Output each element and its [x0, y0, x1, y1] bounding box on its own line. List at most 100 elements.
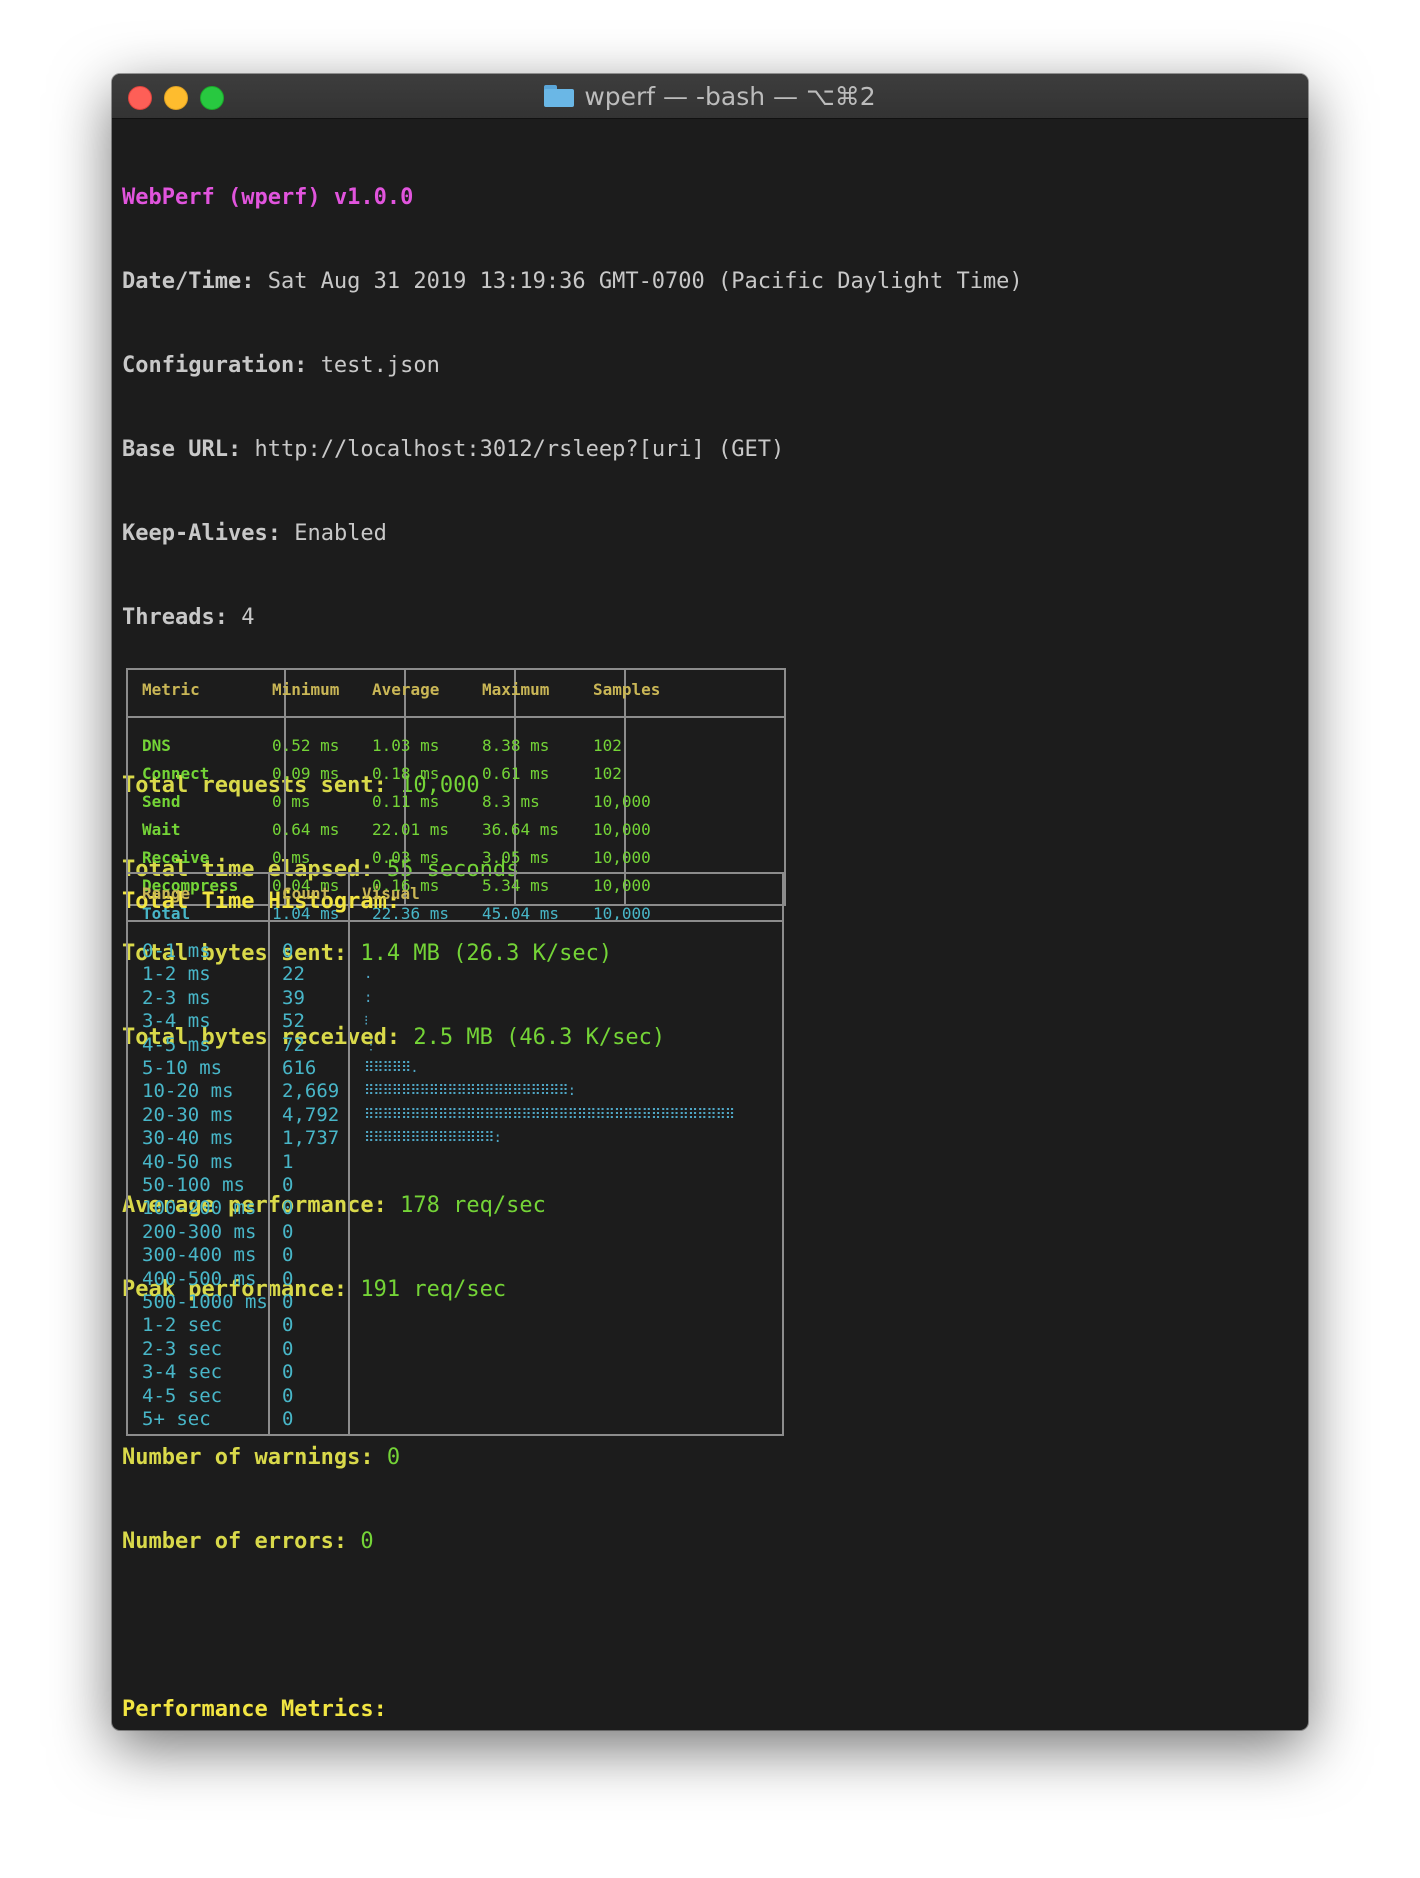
histogram-cell-visual [348, 1268, 364, 1291]
baseurl-label: Base URL: [122, 437, 242, 462]
histogram-cell-range: 5+ sec [142, 1408, 211, 1430]
config-label: Configuration: [122, 353, 308, 378]
metrics-col-maximum: Maximum [482, 680, 550, 699]
metrics-cell-min: 0.52 ms [272, 736, 340, 755]
histogram-row: 3-4 ms 52 ⁝ [128, 1010, 782, 1033]
histogram-cell-visual [348, 1291, 364, 1314]
histogram-cell-count: 52 [282, 1010, 305, 1033]
baseurl-value: http://localhost:3012/rsleep?[uri] (GET) [254, 437, 785, 462]
histogram-cell-visual [348, 1408, 364, 1431]
metrics-cell-avg: 0.11 ms [372, 792, 440, 811]
histogram-row: 2-3 ms 39: [128, 987, 782, 1010]
histogram-cell-range: 2-3 sec [142, 1337, 223, 1360]
metrics-col-average: Average [372, 680, 440, 699]
histogram-cell-range: 200-300 ms [142, 1220, 257, 1243]
folder-icon [544, 85, 575, 107]
histogram-cell-visual: : [364, 989, 372, 1006]
metrics-cell-max: 0.61 ms [482, 764, 550, 783]
histogram-cell-range: 40-50 ms [142, 1150, 234, 1173]
histogram-cell-range: 100-200 ms [142, 1197, 257, 1220]
histogram-cell-count: 1 [282, 1150, 294, 1173]
histogram-cell-count: 4,792 [282, 1103, 340, 1126]
config-value: test.json [320, 353, 440, 378]
histogram-cell-range: 3-4 ms [142, 1010, 211, 1033]
metrics-cell-name: Connect [142, 764, 210, 783]
threads-value: 4 [241, 605, 255, 630]
histogram-cell-range: 10-20 ms [142, 1080, 234, 1103]
histogram-cell-visual [348, 1385, 364, 1408]
window-title: wperf — -bash — ⌥⌘2 [584, 81, 876, 111]
title-bar[interactable]: wperf — -bash — ⌥⌘2 [112, 74, 1308, 119]
histogram-cell-count: 0 [282, 1361, 294, 1384]
histogram-row: 1-2 ms 22. [128, 963, 782, 986]
histogram-cell-range: 5-10 ms [142, 1057, 223, 1079]
histogram-cell-visual [348, 1221, 364, 1244]
metrics-heading: Performance Metrics: [122, 1697, 387, 1722]
histogram-row: 400-500 ms 0 [128, 1268, 782, 1291]
histogram-cell-count: 72 [282, 1033, 305, 1056]
histogram-table: Range Count Visual 0-1 ms 0 1-2 ms 22. 2-3 ms 39… [126, 872, 784, 1436]
metrics-col-samples: Samples [593, 680, 661, 699]
metrics-cell-avg: 1.03 ms [372, 736, 440, 755]
histogram-row: 100-200 ms 0 [128, 1197, 782, 1220]
window-title-area: wperf — -bash — ⌥⌘2 [112, 74, 1308, 118]
metrics-cell-samples: 102 [593, 736, 622, 755]
histogram-row: 300-400 ms 0 [128, 1244, 782, 1267]
metrics-cell-max: 8.38 ms [482, 736, 550, 755]
metrics-cell-name: Send [142, 792, 181, 811]
metrics-row: Send 0 ms 0.11 ms 8.3 ms 10,000 [128, 792, 784, 820]
histogram-cell-visual [348, 1314, 364, 1337]
histogram-row: 5+ sec 0 [128, 1408, 782, 1431]
histogram-cell-count: 0 [282, 1267, 294, 1290]
histogram-row: 2-3 sec 0 [128, 1338, 782, 1361]
datetime-value: Sat Aug 31 2019 13:19:36 GMT-0700 (Pacif… [267, 269, 1023, 294]
histogram-row: 5-10 ms 616 ⠿⠿⠿⠿⠿. [128, 1057, 782, 1080]
histogram-col-visual: Visual [362, 884, 420, 903]
histogram-cell-count: 0 [282, 1384, 294, 1407]
terminal-window: wperf — -bash — ⌥⌘2 WebPerf (wperf) v1.0… [112, 74, 1308, 1730]
metrics-cell-name: DNS [142, 736, 171, 755]
histogram-col-range: Range [142, 884, 191, 903]
histogram-cell-visual [348, 1151, 364, 1174]
metrics-cell-samples: 102 [593, 764, 622, 783]
histogram-row: 0-1 ms 0 [128, 940, 782, 963]
histogram-cell-visual: ⁝ [364, 1013, 368, 1030]
histogram-row: 50-100 ms 0 [128, 1174, 782, 1197]
metrics-header-row: Metric Minimum Average Maximum Samples [128, 680, 784, 708]
histogram-cell-range: 3-4 sec [142, 1361, 223, 1384]
histogram-row: 20-30 ms 4,792 ⠿⠿⠿⠿⠿⠿⠿⠿⠿⠿⠿⠿⠿⠿⠿⠿⠿⠿⠿⠿⠿⠿⠿⠿⠿⠿⠿… [128, 1104, 782, 1127]
histogram-cell-visual [348, 1244, 364, 1267]
histogram-row: 1-2 sec 0 [128, 1314, 782, 1337]
histogram-cell-count: 0 [282, 1314, 294, 1337]
histogram-cell-range: 30-40 ms [142, 1127, 234, 1150]
metrics-row: Connect 0.09 ms 0.18 ms 0.61 ms 102 [128, 764, 784, 792]
keepalive-value: Enabled [294, 521, 387, 546]
histogram-cell-count: 39 [282, 986, 305, 1009]
histogram-cell-range: 4-5 ms [142, 1033, 211, 1056]
histogram-cell-count: 0 [282, 1220, 294, 1243]
histogram-cell-count: 0 [282, 940, 294, 962]
histogram-cell-count: 0 [282, 1337, 294, 1360]
histogram-cell-range: 20-30 ms [142, 1103, 234, 1126]
histogram-row: 3-4 sec 0 [128, 1361, 782, 1384]
warnings-value: 0 [386, 1445, 401, 1470]
histogram-cell-count: 616 [282, 1057, 317, 1079]
histogram-cell-range: 1-2 ms [142, 963, 211, 986]
histogram-cell-count: 0 [282, 1244, 294, 1267]
warnings-label: Number of warnings: [122, 1445, 374, 1470]
errors-label: Number of errors: [122, 1529, 348, 1554]
histogram-col-count: Count [282, 884, 331, 903]
histogram-cell-range: 400-500 ms [142, 1267, 257, 1290]
threads-label: Threads: [122, 605, 228, 630]
metrics-cell-min: 0.09 ms [272, 764, 340, 783]
errors-value: 0 [360, 1529, 374, 1554]
metrics-col-metric: Metric [142, 680, 200, 699]
histogram-cell-count: 0 [282, 1291, 294, 1313]
histogram-cell-count: 22 [282, 963, 305, 986]
histogram-cell-visual [348, 1338, 364, 1361]
metrics-cell-max: 8.3 ms [482, 792, 540, 811]
histogram-cell-visual [348, 1174, 364, 1197]
metrics-cell-samples: 10,000 [593, 792, 651, 811]
histogram-row: 4-5 sec 0 [128, 1385, 782, 1408]
histogram-cell-range: 2-3 ms [142, 986, 211, 1009]
